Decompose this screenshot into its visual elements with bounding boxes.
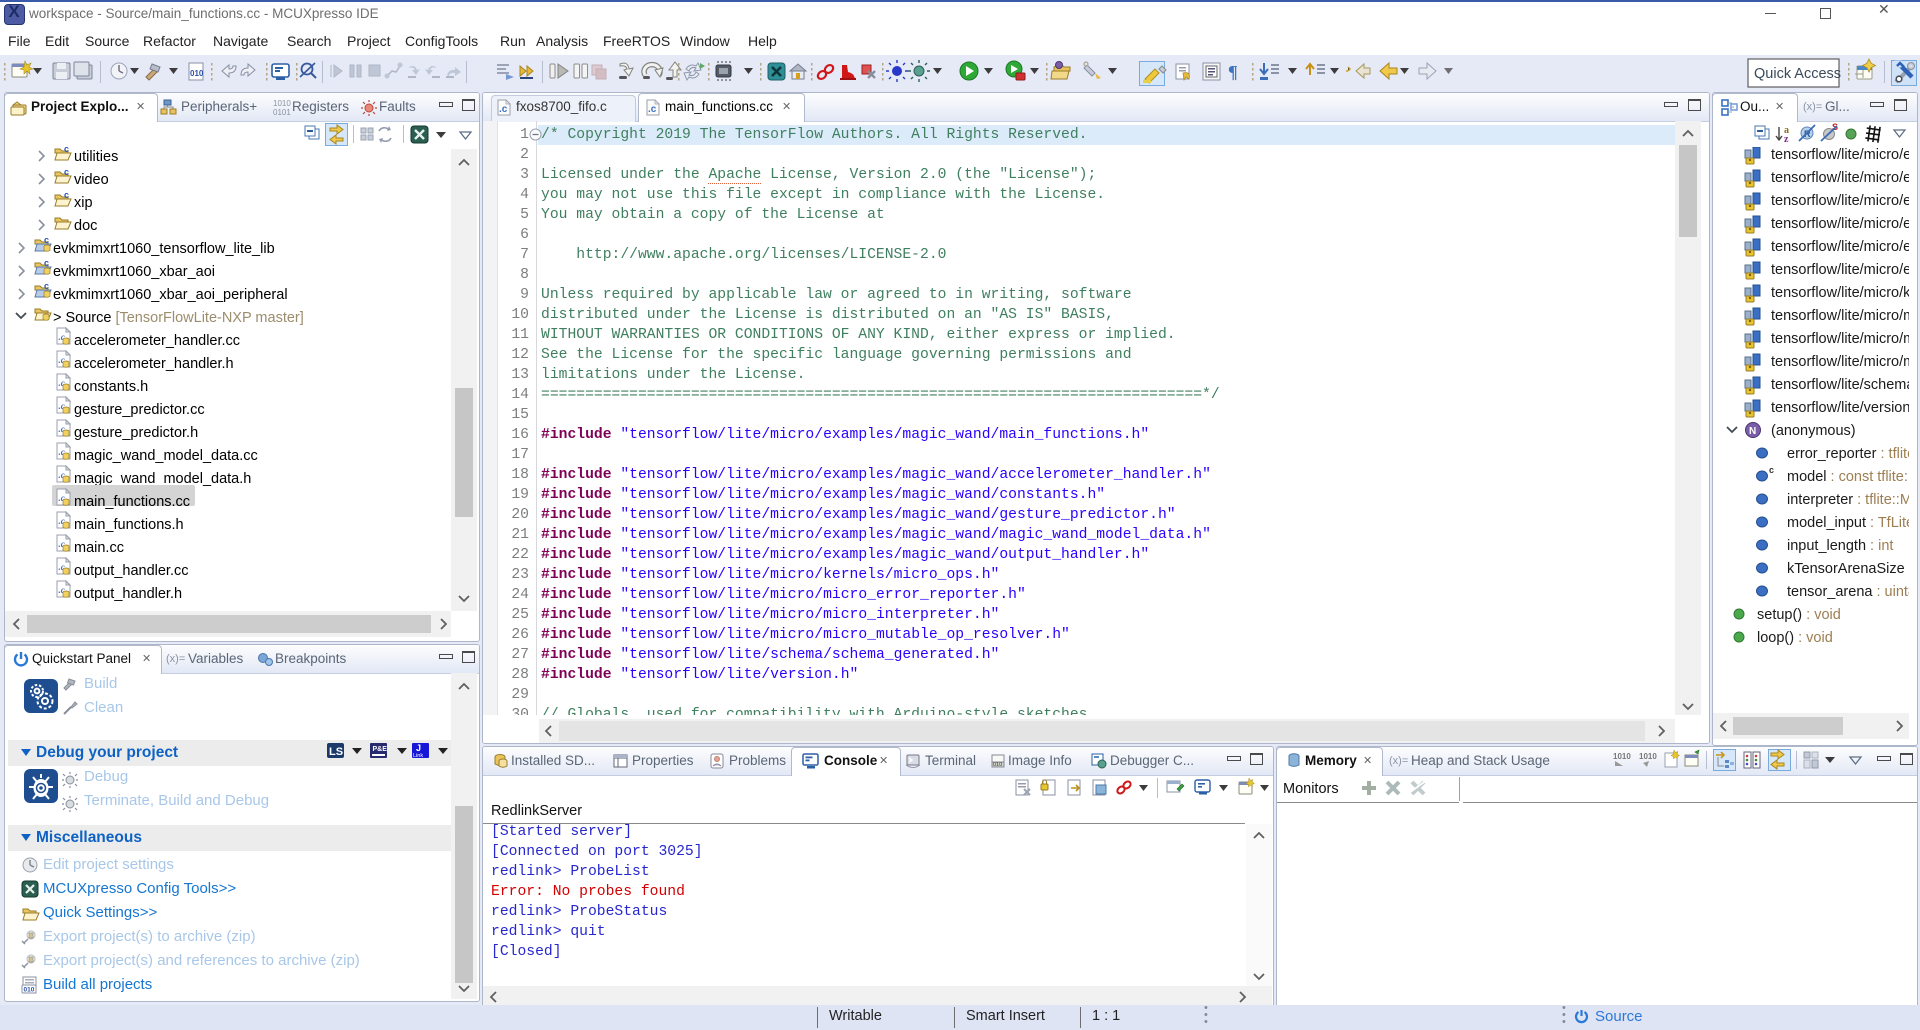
svg-text:constants.h: constants.h — [74, 379, 148, 395]
svg-text:tensorflow/lite/micro/examples: tensorflow/lite/micro/examples/magic_wan… — [1771, 170, 1909, 186]
svg-text:N: N — [1749, 426, 1756, 437]
svg-text:gesture_predictor.h: gesture_predictor.h — [74, 425, 198, 441]
svg-text:> Source [TensorFlowLite-NXP m: > Source [TensorFlowLite-NXP master] — [53, 310, 304, 326]
svg-text:tensorflow/lite/micro/micro_mu: tensorflow/lite/micro/micro_mutable_op_r… — [1771, 354, 1909, 370]
svg-text:model : const tflite::Model*: model : const tflite::Model* — [1787, 469, 1909, 485]
svg-text:output_handler.h: output_handler.h — [74, 586, 182, 602]
svg-text:main.cc: main.cc — [74, 540, 124, 556]
svg-text:setup() : void: setup() : void — [1757, 607, 1841, 623]
svg-text:model_input : TfLiteTensor*: model_input : TfLiteTensor* — [1787, 515, 1909, 531]
svg-text:accelerometer_handler.cc: accelerometer_handler.cc — [74, 333, 240, 349]
svg-text:c: c — [1769, 465, 1774, 475]
svg-text:tensorflow/lite/schema/schema_: tensorflow/lite/schema/schema_generated.… — [1771, 377, 1909, 393]
svg-text:.c: .c — [648, 104, 657, 115]
svg-text:accelerometer_handler.h: accelerometer_handler.h — [74, 356, 234, 372]
svg-text:1010: 1010 — [1613, 752, 1631, 761]
svg-text:tensorflow/lite/micro/micro_in: tensorflow/lite/micro/micro_interpreter.… — [1771, 331, 1909, 347]
svg-text:tensorflow/lite/micro/micro_er: tensorflow/lite/micro/micro_error_report… — [1771, 308, 1909, 324]
svg-text:input_length : int: input_length : int — [1787, 538, 1893, 554]
svg-text:tensorflow/lite/micro/examples: tensorflow/lite/micro/examples/magic_wan… — [1771, 147, 1909, 163]
svg-text:J: J — [416, 743, 421, 753]
svg-text:magic_wand_model_data.cc: magic_wand_model_data.cc — [74, 448, 258, 464]
svg-text:010: 010 — [993, 762, 1002, 768]
svg-text:010: 010 — [190, 69, 204, 78]
svg-text:(anonymous): (anonymous) — [1771, 423, 1856, 439]
svg-text:tensorflow/lite/micro/examples: tensorflow/lite/micro/examples/magic_wan… — [1771, 193, 1909, 209]
svg-text:evkmimxrt1060_tensorflow_lite_: evkmimxrt1060_tensorflow_lite_lib — [53, 241, 275, 257]
svg-text:xip: xip — [74, 195, 93, 211]
svg-text:LS: LS — [329, 746, 343, 758]
svg-text:kTensorArenaSize : const int: kTensorArenaSize : const int — [1787, 561, 1909, 577]
svg-text:tensorflow/lite/version.h: tensorflow/lite/version.h — [1771, 400, 1909, 416]
svg-text:doc: doc — [74, 218, 97, 234]
svg-text:evkmimxrt1060_xbar_aoi: evkmimxrt1060_xbar_aoi — [53, 264, 215, 280]
svg-text:error_reporter : tflite::Error: error_reporter : tflite::ErrorReporter* — [1787, 446, 1909, 462]
svg-text:output_handler.cc: output_handler.cc — [74, 563, 188, 579]
svg-text:Link: Link — [413, 753, 423, 759]
svg-text:main_functions.h: main_functions.h — [74, 517, 184, 533]
svg-text:010: 010 — [24, 987, 35, 994]
svg-text:Quick Access: Quick Access — [1754, 66, 1841, 82]
svg-text:video: video — [74, 172, 109, 188]
svg-text:utilities: utilities — [74, 149, 118, 165]
svg-text:main_functions.cc: main_functions.cc — [74, 494, 190, 510]
svg-text:tensorflow/lite/micro/kernels/: tensorflow/lite/micro/kernels/micro_ops.… — [1771, 285, 1909, 301]
svg-text:loop() : void: loop() : void — [1757, 630, 1833, 646]
svg-text:interpreter : tflite::MicroInt: interpreter : tflite::MicroInterpreter* — [1787, 492, 1909, 508]
svg-text:z: z — [1784, 134, 1789, 145]
svg-text:evkmimxrt1060_xbar_aoi_periphe: evkmimxrt1060_xbar_aoi_peripheral — [53, 287, 288, 303]
svg-text:P&E: P&E — [373, 746, 388, 753]
svg-text:tensor_arena : uint8_t[]: tensor_arena : uint8_t[] — [1787, 584, 1909, 600]
svg-text:¶: ¶ — [1228, 62, 1238, 82]
svg-text:1010: 1010 — [1639, 752, 1657, 761]
svg-text:tensorflow/lite/micro/examples: tensorflow/lite/micro/examples/magic_wan… — [1771, 239, 1909, 255]
svg-text:gesture_predictor.cc: gesture_predictor.cc — [74, 402, 205, 418]
svg-text:tensorflow/lite/micro/examples: tensorflow/lite/micro/examples/magic_wan… — [1771, 216, 1909, 232]
svg-text:magic_wand_model_data.h: magic_wand_model_data.h — [74, 471, 251, 487]
svg-text:.c: .c — [499, 104, 508, 115]
svg-text:tensorflow/lite/micro/examples: tensorflow/lite/micro/examples/magic_wan… — [1771, 262, 1909, 278]
